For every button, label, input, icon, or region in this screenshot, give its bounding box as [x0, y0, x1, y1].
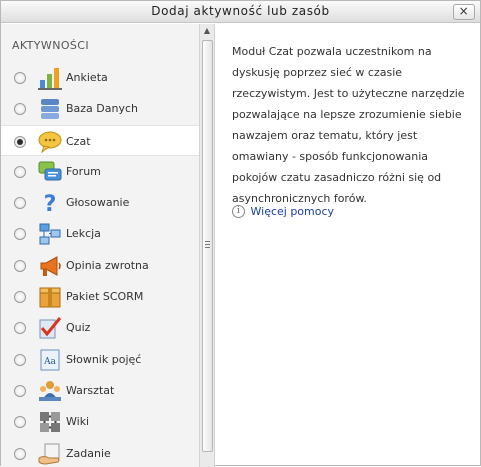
option-opinia-zwrotna[interactable]: Opinia zwrotna	[1, 250, 199, 281]
svg-text:?: ?	[44, 192, 57, 215]
assignment-hand-icon	[38, 442, 62, 466]
more-help-label[interactable]: Więcej pomocy	[251, 205, 335, 218]
option-label: Forum	[66, 164, 101, 178]
option-glosowanie[interactable]: ? Głosowanie	[1, 187, 199, 218]
wiki-icon	[38, 410, 62, 434]
options-panel: AKTYWNOŚCI Ankieta Baza Danych Czat Foru…	[1, 24, 215, 467]
question-mark-icon: ?	[38, 191, 62, 215]
option-slownik-pojec[interactable]: Aa Słownik pojęć	[1, 344, 199, 375]
options-scrollbar[interactable]: ▲	[199, 24, 214, 467]
close-button[interactable]: ×	[453, 4, 475, 20]
radio-opinia-zwrotna[interactable]	[14, 259, 26, 272]
radio-glosowanie[interactable]	[14, 197, 26, 210]
dialog-title: Dodaj aktywność lub zasób	[151, 4, 330, 18]
option-label: Pakiet SCORM	[66, 290, 144, 304]
option-baza-danych[interactable]: Baza Danych	[1, 93, 199, 124]
megaphone-icon	[38, 254, 62, 278]
option-label: Zadanie	[66, 446, 111, 460]
add-activity-dialog: Dodaj aktywność lub zasób × AKTYWNOŚCI A…	[0, 0, 481, 467]
option-label: Czat	[66, 134, 91, 148]
option-zadanie[interactable]: Zadanie	[1, 438, 199, 467]
grip-icon	[205, 241, 210, 248]
radio-ankieta[interactable]	[14, 72, 26, 84]
module-description: Moduł Czat pozwala uczestnikom na dyskus…	[232, 45, 465, 205]
radio-zadanie[interactable]	[14, 447, 26, 460]
radio-warsztat[interactable]	[14, 384, 26, 397]
package-icon	[38, 285, 62, 309]
option-label: Opinia zwrotna	[66, 258, 149, 272]
svg-text:Aa: Aa	[43, 357, 56, 367]
description-panel: Moduł Czat pozwala uczestnikom na dyskus…	[216, 24, 480, 467]
option-czat[interactable]: Czat	[1, 124, 199, 156]
option-label: Warsztat	[66, 383, 115, 397]
option-label: Ankieta	[66, 71, 108, 84]
radio-quiz[interactable]	[14, 322, 26, 335]
option-pakiet-scorm[interactable]: Pakiet SCORM	[1, 281, 199, 312]
option-lekcja[interactable]: Lekcja	[1, 218, 199, 249]
section-heading-activities: AKTYWNOŚCI	[12, 39, 89, 52]
option-label: Słownik pojęć	[66, 352, 142, 366]
option-label: Lekcja	[66, 227, 101, 241]
forum-icon	[38, 160, 62, 184]
radio-slownik-pojec[interactable]	[14, 353, 26, 366]
option-warsztat[interactable]: Warsztat	[1, 375, 199, 406]
radio-czat[interactable]	[14, 135, 26, 148]
dialog-titlebar: Dodaj aktywność lub zasób ×	[1, 1, 480, 23]
database-icon	[38, 97, 62, 121]
radio-wiki[interactable]	[14, 416, 26, 429]
bar-chart-icon	[38, 66, 62, 90]
radio-baza-danych[interactable]	[14, 103, 26, 116]
radio-pakiet-scorm[interactable]	[14, 291, 26, 304]
radio-lekcja[interactable]	[14, 228, 26, 241]
quiz-checkmark-icon	[38, 316, 62, 340]
glossary-icon: Aa	[38, 348, 62, 372]
chat-icon	[38, 130, 62, 154]
option-label: Baza Danych	[66, 102, 139, 116]
option-quiz[interactable]: Quiz	[1, 312, 199, 343]
option-forum[interactable]: Forum	[1, 156, 199, 187]
option-label: Głosowanie	[66, 196, 130, 210]
lesson-icon	[38, 222, 62, 246]
option-ankieta[interactable]: Ankieta	[1, 62, 199, 93]
scroll-up-arrow-icon[interactable]: ▲	[200, 24, 214, 38]
info-icon: i	[232, 204, 245, 218]
workshop-people-icon	[38, 379, 62, 403]
scrollbar-thumb[interactable]	[202, 40, 213, 452]
option-label: Quiz	[66, 321, 91, 335]
activity-list: Ankieta Baza Danych Czat Forum ? Głosowa…	[1, 62, 199, 467]
option-label: Wiki	[66, 415, 90, 429]
more-help-link[interactable]: i Więcej pomocy	[232, 204, 334, 220]
option-wiki[interactable]: Wiki	[1, 406, 199, 437]
radio-forum[interactable]	[14, 165, 26, 178]
